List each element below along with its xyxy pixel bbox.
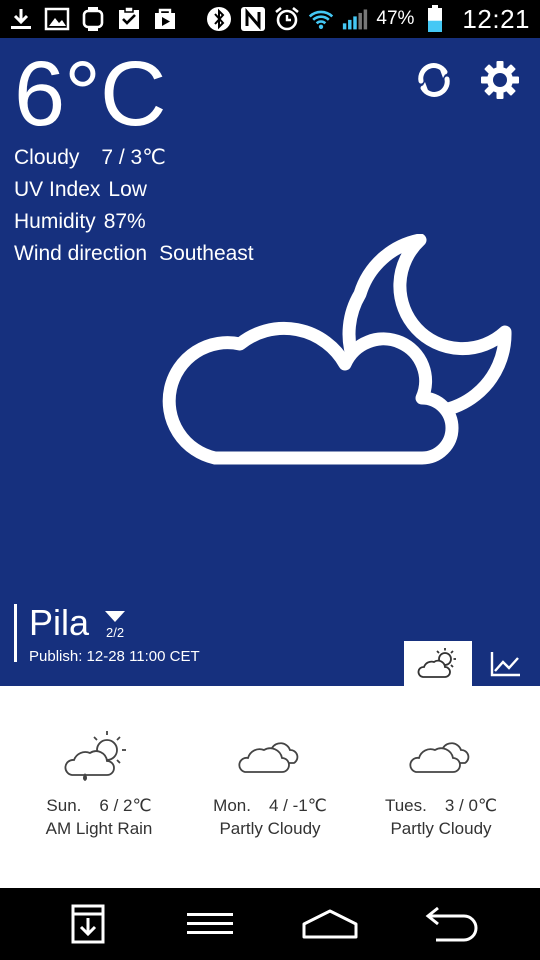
- temp-range: 7 / 3℃: [101, 146, 166, 169]
- location-block: Pila 2/2 Publish: 12-28 11:00 CET: [14, 604, 200, 665]
- partly-sunny-icon: [417, 647, 456, 678]
- forecast-day-range: 4 / -1℃: [268, 796, 327, 815]
- watch-icon: [80, 6, 106, 32]
- menu-icon: [187, 913, 233, 934]
- city-name: Pila: [29, 602, 90, 643]
- forecast-day-summary: Tues. 3 / 0℃: [361, 796, 521, 816]
- forecast-day[interactable]: Tues. 3 / 0℃ Partly Cloudy: [361, 724, 521, 839]
- home-button[interactable]: [300, 898, 360, 950]
- forecast-day-condition: Partly Cloudy: [390, 819, 492, 838]
- notification-icons: [8, 4, 178, 34]
- cloudy-night-icon: [160, 233, 530, 484]
- play-store-icon: [152, 6, 178, 32]
- city-selector[interactable]: Pila 2/2: [29, 604, 200, 642]
- forecast-day-range: 6 / 2℃: [99, 796, 152, 815]
- condition-row: Cloudy 7 / 3℃: [14, 142, 254, 174]
- line-chart-icon: [490, 651, 520, 676]
- navigation-bar: [0, 888, 540, 960]
- clouds-icon: [361, 724, 521, 786]
- forecast-day-summary: Mon. 4 / -1℃: [190, 796, 350, 816]
- tab-chart[interactable]: [484, 641, 528, 686]
- humidity-value: 87%: [103, 210, 146, 233]
- download-icon: [8, 6, 34, 32]
- save-screen-icon: [71, 904, 105, 944]
- settings-gear-icon: [481, 61, 519, 99]
- forecast-day[interactable]: Mon. 4 / -1℃ Partly Cloudy: [190, 724, 350, 839]
- wind-label: Wind direction: [14, 242, 148, 265]
- forecast-day-name: Mon.: [213, 796, 251, 815]
- nfc-icon: [240, 6, 266, 32]
- menu-button[interactable]: [180, 898, 240, 950]
- forecast-day-name: Tues.: [384, 796, 427, 815]
- clouds-icon: [190, 724, 350, 786]
- forecast-day-range: 3 / 0℃: [444, 796, 498, 815]
- tab-forecast[interactable]: [404, 641, 472, 686]
- refresh-button[interactable]: [414, 60, 454, 100]
- forecast-day-condition: AM Light Rain: [45, 819, 153, 838]
- humidity-label: Humidity: [14, 210, 96, 233]
- chevron-down-icon: [105, 611, 126, 622]
- forecast-day-condition: Partly Cloudy: [219, 819, 321, 838]
- clock: 12:21: [462, 3, 530, 34]
- current-weather-panel: 6°C Cloudy 7 / 3℃ UV Index Low Humidity 87%…: [0, 38, 540, 686]
- status-bar: 47% 12:21: [0, 0, 540, 38]
- condition-text: Cloudy: [14, 146, 80, 169]
- signal-icon: [342, 6, 368, 32]
- uv-label: UV Index: [14, 178, 101, 201]
- forecast-day-name: Sun.: [46, 796, 82, 815]
- city-page-indicator: 2/2: [105, 625, 125, 640]
- back-button[interactable]: [422, 898, 482, 950]
- settings-button[interactable]: [480, 60, 520, 100]
- forecast-day-summary: Sun. 6 / 2℃: [19, 796, 179, 816]
- image-icon: [44, 6, 70, 32]
- current-temperature: 6°C: [14, 43, 166, 145]
- alarm-icon: [274, 6, 300, 32]
- forecast-day[interactable]: Sun. 6 / 2℃ AM Light Rain: [19, 724, 179, 839]
- city-dropdown[interactable]: 2/2: [105, 611, 126, 640]
- publish-time: Publish: 12-28 11:00 CET: [29, 648, 200, 665]
- save-screen-button[interactable]: [58, 898, 118, 950]
- system-icons: 47% 12:21: [206, 4, 530, 34]
- battery-icon: [422, 5, 448, 32]
- clipboard-check-icon: [116, 6, 142, 32]
- forecast-panel: Sun. 6 / 2℃ AM Light Rain Mon. 4 / -1℃ Par…: [0, 686, 540, 888]
- top-actions: [414, 60, 520, 100]
- sun-rain-icon: [19, 724, 179, 786]
- refresh-icon: [418, 63, 450, 97]
- back-icon: [425, 906, 478, 942]
- wifi-icon: [308, 6, 334, 32]
- home-icon: [302, 909, 358, 939]
- bluetooth-icon: [206, 6, 232, 32]
- uv-row: UV Index Low: [14, 174, 254, 206]
- uv-value: Low: [108, 178, 147, 201]
- battery-percent: 47%: [376, 8, 415, 29]
